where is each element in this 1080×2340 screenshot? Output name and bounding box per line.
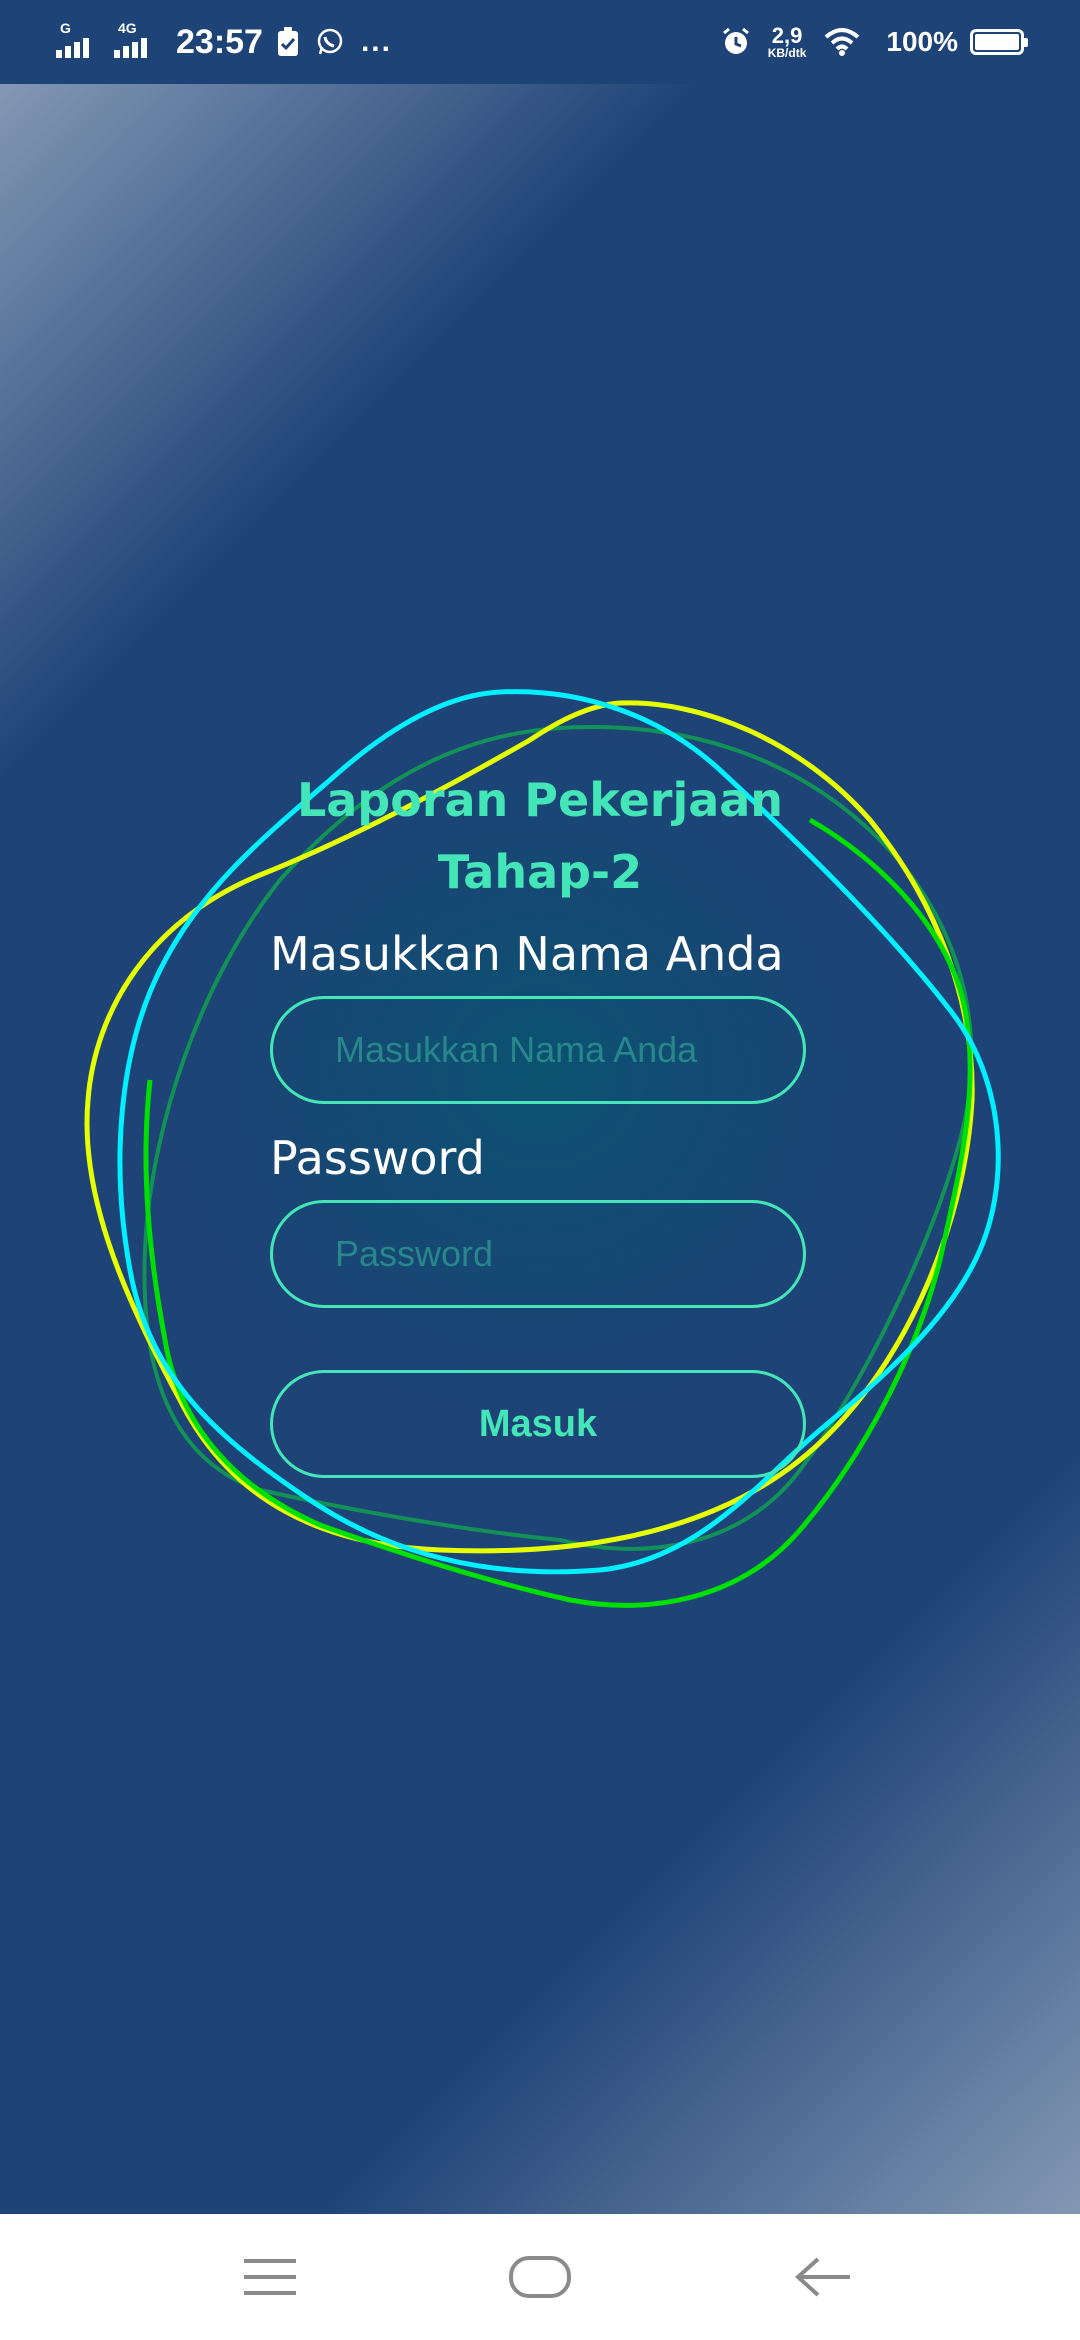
network-speed-value: 2,9 [771, 23, 803, 48]
password-input[interactable] [270, 1200, 806, 1308]
wifi-icon [824, 28, 860, 56]
network-speed-unit: KB/dtk [767, 46, 807, 60]
back-button[interactable] [764, 2214, 884, 2340]
navigation-bar [0, 2214, 1080, 2340]
network-speed: 2,9 KB/dtk [767, 23, 807, 60]
home-button[interactable] [480, 2214, 600, 2340]
signal-icon: 4G [114, 20, 158, 62]
battery-percent: 100% [886, 26, 958, 57]
page-title: Laporan Pekerjaan Tahap-2 [296, 773, 784, 899]
battery-check-icon [277, 27, 299, 57]
status-time: 23:57 [176, 22, 263, 61]
signal-icon: G [56, 20, 100, 62]
back-icon [795, 2257, 850, 2297]
alarm-icon [720, 26, 752, 58]
login-form: Laporan Pekerjaan Tahap-2 Masukkan Nama … [270, 764, 810, 1478]
home-icon [509, 2256, 571, 2298]
network-type-label: 4G [118, 20, 137, 36]
status-bar-left: G 4G 23:57 ... [56, 0, 392, 84]
battery-icon [970, 29, 1028, 55]
more-icon: ... [360, 25, 392, 58]
menu-icon [244, 2259, 296, 2295]
whatsapp-icon [315, 27, 345, 57]
login-button[interactable]: Masuk [270, 1370, 806, 1478]
login-page: Laporan Pekerjaan Tahap-2 Masukkan Nama … [0, 84, 1080, 2214]
password-label: Password [270, 1131, 485, 1185]
name-input[interactable] [270, 996, 806, 1104]
menu-button[interactable] [210, 2214, 330, 2340]
status-bar: G 4G 23:57 ... 2,9 KB/dtk 100% [0, 0, 1080, 84]
name-label: Masukkan Nama Anda [270, 927, 784, 981]
app-screen: G 4G 23:57 ... 2,9 KB/dtk 100% Laporan P… [0, 0, 1080, 2340]
status-bar-right: 2,9 KB/dtk 100% [720, 0, 1028, 84]
network-type-label: G [60, 20, 71, 36]
